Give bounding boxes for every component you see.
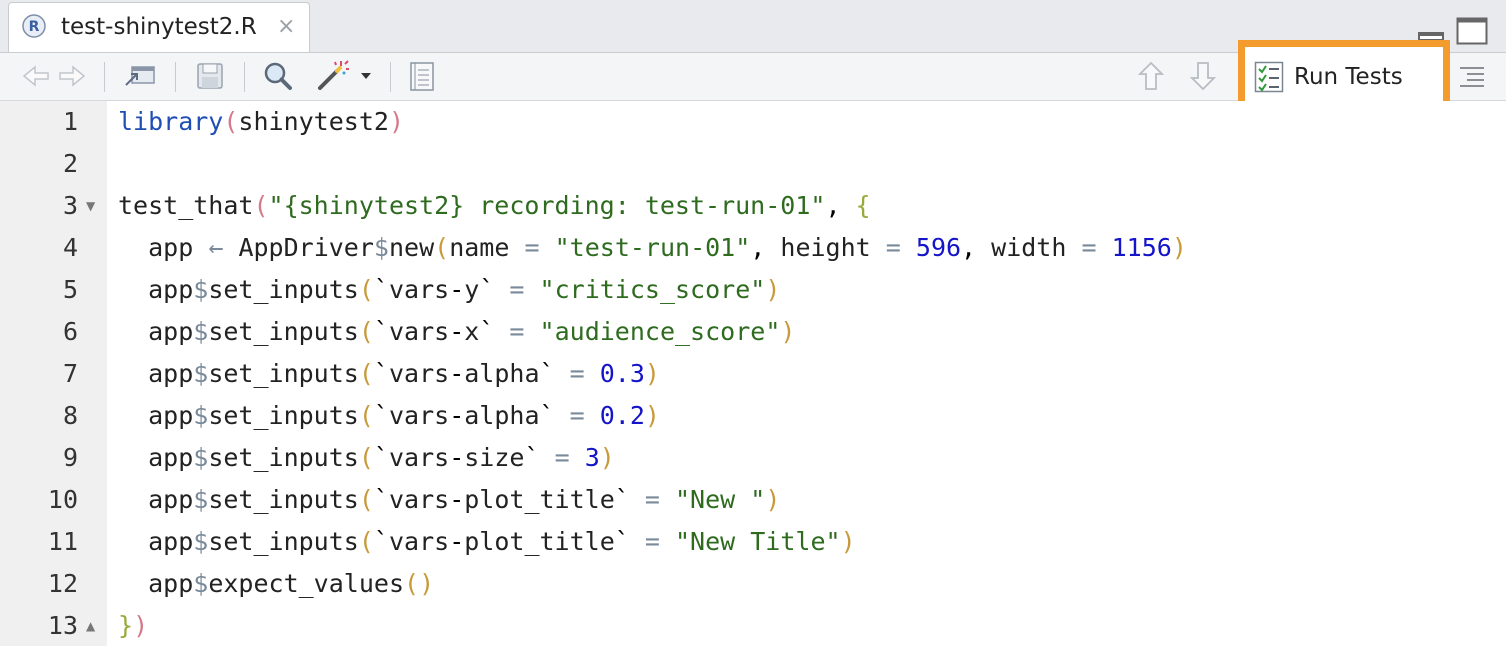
line-number: 9 <box>62 443 78 472</box>
magic-wand-icon[interactable] <box>312 58 352 94</box>
code-line: app$set_inputs(`vars-plot_title` = "New … <box>148 527 856 556</box>
dropdown-arrow-icon[interactable] <box>358 58 374 94</box>
r-file-icon: R <box>22 14 46 38</box>
code-line: app$set_inputs(`vars-y` = "critics_score… <box>148 275 781 304</box>
code-line: app ← AppDriver$new(name = "test-run-01"… <box>148 233 1187 262</box>
line-number: 7 <box>62 359 78 388</box>
line-number: 12 <box>47 569 78 598</box>
toolbar-separator <box>104 62 105 92</box>
forward-icon[interactable] <box>54 58 90 94</box>
line-number: 10 <box>47 485 78 514</box>
fold-expand-icon[interactable]: ▲ <box>86 605 95 647</box>
code-line: library(shinytest2) <box>118 107 404 136</box>
save-icon[interactable] <box>190 58 230 94</box>
fold-collapse-icon[interactable]: ▼ <box>86 185 95 227</box>
outline-icon[interactable] <box>1452 58 1492 94</box>
line-number: 1 <box>62 107 78 136</box>
line-number: 6 <box>62 317 78 346</box>
toolbar-separator <box>175 62 176 92</box>
checklist-icon <box>1254 61 1284 93</box>
code-line: app$set_inputs(`vars-plot_title` = "New … <box>148 485 781 514</box>
toolbar-separator <box>390 62 391 92</box>
editor-tab[interactable]: R test-shinytest2.R × <box>8 2 310 52</box>
line-number-gutter: 1 2 3 ▼ 4 5 6 7 8 9 10 11 12 13 ▲ <box>0 101 107 646</box>
tab-title: test-shinytest2.R <box>61 14 257 40</box>
go-up-icon[interactable] <box>1132 58 1170 94</box>
line-number: 8 <box>62 401 78 430</box>
code-line: }) <box>118 611 149 640</box>
r-badge-text: R <box>29 19 40 35</box>
line-number: 13 <box>47 611 78 640</box>
back-icon[interactable] <box>18 58 54 94</box>
code-line: app$set_inputs(`vars-alpha` = 0.2) <box>148 401 660 430</box>
code-line: app$set_inputs(`vars-alpha` = 0.3) <box>148 359 660 388</box>
go-down-icon[interactable] <box>1184 58 1222 94</box>
show-in-window-icon[interactable] <box>120 58 160 94</box>
line-number: 3 <box>62 191 78 220</box>
maximize-pane-icon[interactable] <box>1456 17 1488 45</box>
line-number: 2 <box>62 149 78 178</box>
line-number: 5 <box>62 275 78 304</box>
line-number: 4 <box>62 233 78 262</box>
code-line: test_that("{shinytest2} recording: test-… <box>118 191 871 220</box>
search-icon[interactable] <box>258 58 298 94</box>
compile-report-icon[interactable] <box>402 58 442 94</box>
code-line: app$set_inputs(`vars-size` = 3) <box>148 443 615 472</box>
code-line: app$set_inputs(`vars-x` = "audience_scor… <box>148 317 796 346</box>
toolbar-separator <box>244 62 245 92</box>
code-editor[interactable]: library(shinytest2) test_that("{shinytes… <box>107 101 1506 646</box>
run-tests-label: Run Tests <box>1294 64 1403 90</box>
line-number: 11 <box>47 527 78 556</box>
close-icon[interactable]: × <box>277 14 295 39</box>
code-line: app$expect_values() <box>148 569 435 598</box>
minimize-pane-icon[interactable] <box>1418 19 1444 41</box>
